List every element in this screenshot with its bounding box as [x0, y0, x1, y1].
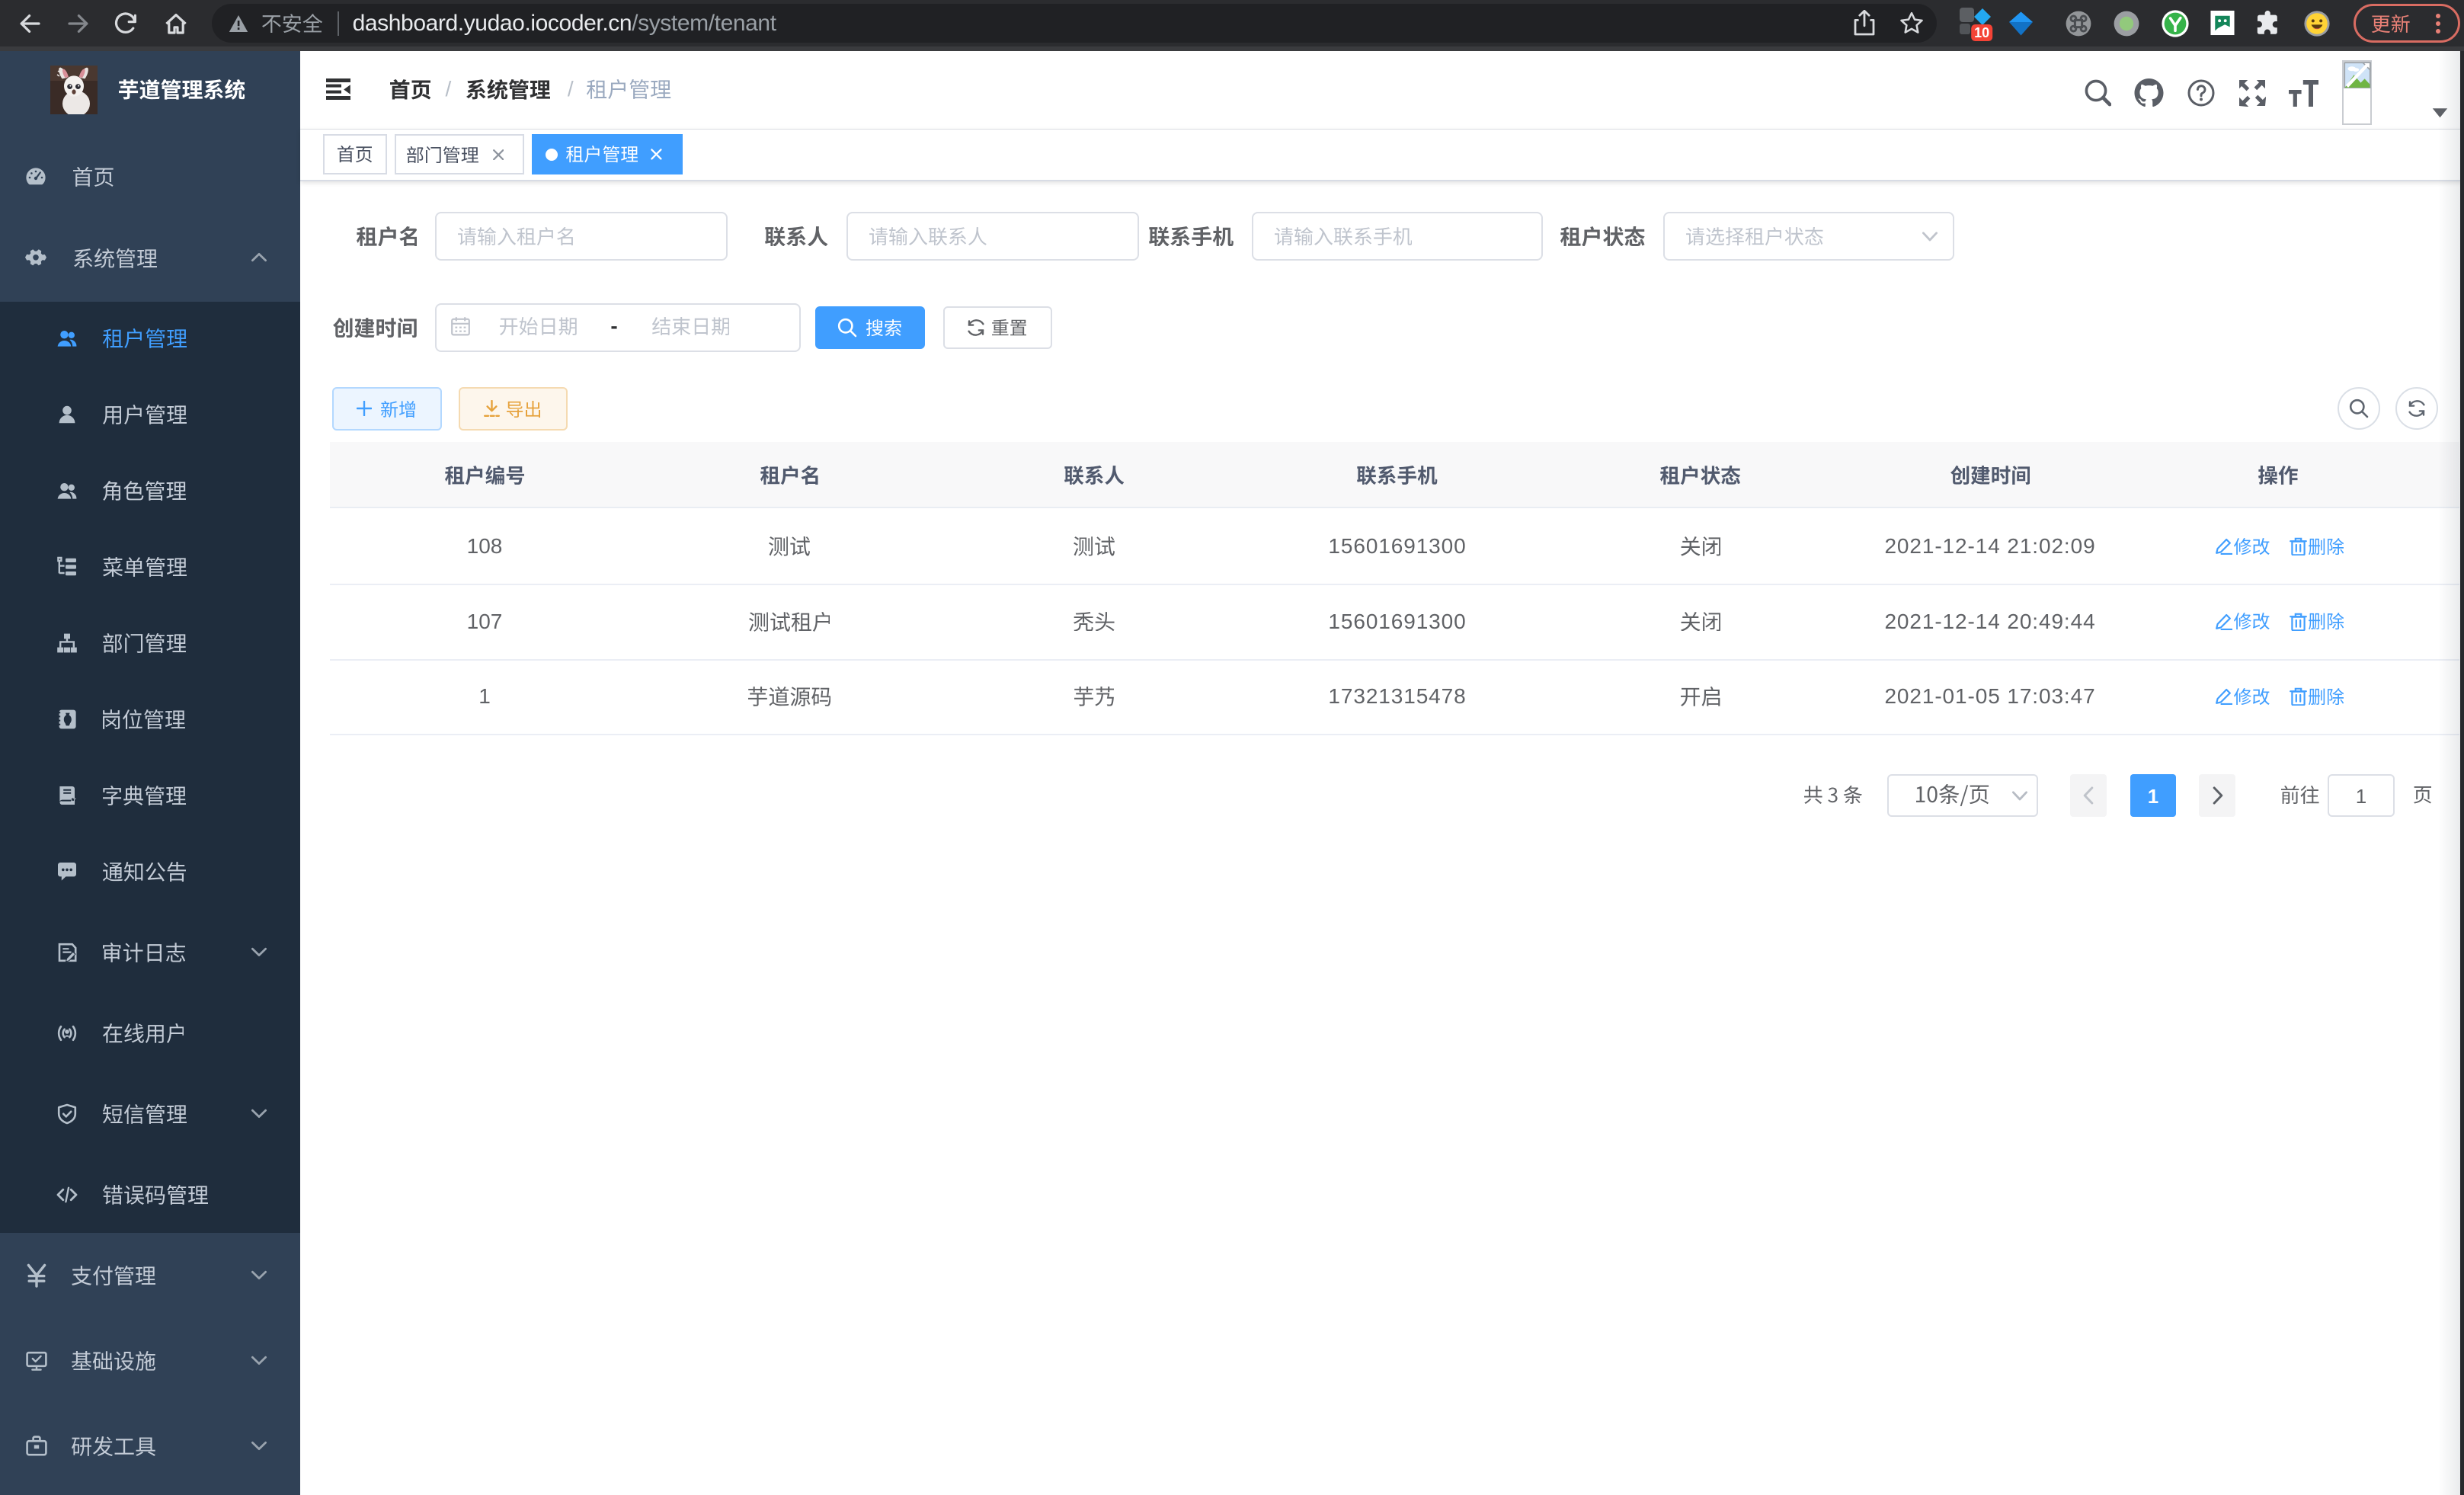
svg-text:10: 10	[1974, 25, 1989, 40]
